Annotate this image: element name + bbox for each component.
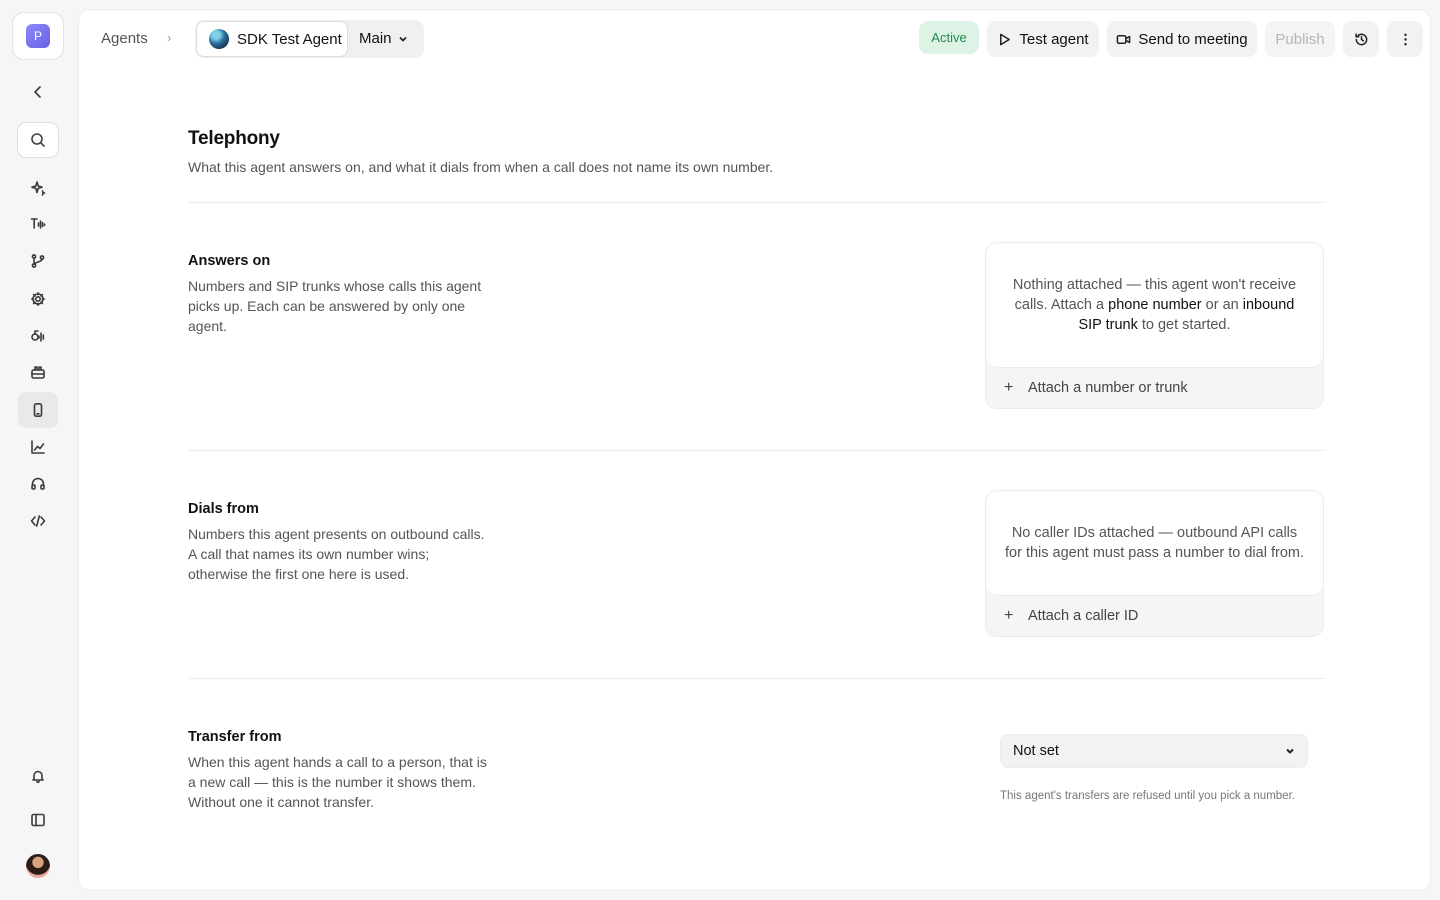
breadcrumb-agents[interactable]: Agents <box>101 30 148 47</box>
test-agent-label: Test agent <box>1019 30 1089 48</box>
attach-number-label: Attach a number or trunk <box>1028 380 1188 396</box>
plus-icon: + <box>1004 379 1014 396</box>
send-to-meeting-button[interactable]: Send to meeting <box>1107 21 1257 57</box>
dials-from-empty-state: No caller IDs attached — outbound API ca… <box>986 491 1323 596</box>
toolbox-icon <box>31 366 45 379</box>
chevron-down-icon <box>1286 748 1294 754</box>
search-icon <box>31 133 46 148</box>
left-rail: P <box>0 0 76 900</box>
notifications-button[interactable] <box>18 758 58 794</box>
page-subtitle: What this agent answers on, and what it … <box>188 159 774 175</box>
divider <box>188 202 1326 203</box>
sidebar-icon <box>31 813 45 827</box>
answers-on-description: Numbers and SIP trunks whose calls this … <box>188 278 482 334</box>
empty-text: to get started. <box>1137 317 1231 333</box>
publish-button[interactable]: Publish <box>1265 21 1335 57</box>
search-button[interactable] <box>17 122 59 158</box>
breadcrumb-separator: › <box>167 30 172 45</box>
agent-selector-group: SDK Test Agent Main <box>195 20 424 58</box>
branch-dropdown[interactable]: Main <box>359 30 408 47</box>
video-camera-icon <box>1117 34 1131 44</box>
answers-on-title: Answers on <box>188 253 271 269</box>
chevron-left-icon <box>34 86 41 98</box>
nav-telephony[interactable] <box>18 392 58 428</box>
bell-icon <box>32 770 44 784</box>
status-badge: Active <box>919 21 979 54</box>
branch-label: Main <box>359 30 392 47</box>
attach-number-or-trunk-button[interactable]: + Attach a number or trunk <box>986 368 1323 408</box>
headset-icon <box>31 477 45 490</box>
code-icon <box>30 515 46 527</box>
dials-from-description: Numbers this agent presents on outbound … <box>188 526 485 582</box>
text-voice-icon <box>30 218 46 229</box>
telephony-content: Telephony What this agent answers on, an… <box>188 128 1326 810</box>
transfer-from-title: Transfer from <box>188 729 282 745</box>
agent-selector[interactable]: SDK Test Agent <box>196 21 348 57</box>
transfer-from-value: Not set <box>1013 743 1059 759</box>
transfer-from-select[interactable]: Not set <box>1000 734 1308 768</box>
nav-workflow[interactable] <box>18 243 58 279</box>
nav-support[interactable] <box>18 466 58 502</box>
agent-name: SDK Test Agent <box>237 30 342 48</box>
sparkle-icon <box>31 181 46 196</box>
answers-on-empty-state: Nothing attached — this agent won't rece… <box>986 243 1323 368</box>
phone-icon <box>33 402 43 417</box>
play-icon <box>1000 33 1011 45</box>
test-agent-button[interactable]: Test agent <box>987 21 1099 57</box>
main-panel: Agents › SDK Test Agent Main Active Test… <box>78 9 1431 891</box>
more-vertical-icon <box>1403 33 1407 45</box>
transfer-from-description: When this agent hands a call to a person… <box>188 754 487 810</box>
chart-icon <box>31 440 45 454</box>
page-title: Telephony <box>188 128 280 149</box>
more-options-button[interactable] <box>1387 21 1423 57</box>
nav-speech[interactable] <box>18 318 58 354</box>
user-avatar[interactable] <box>26 854 50 878</box>
branch-icon <box>31 254 45 268</box>
toggle-sidebar-button[interactable] <box>18 802 58 838</box>
send-to-meeting-label: Send to meeting <box>1138 30 1248 48</box>
workspace-switcher[interactable]: P <box>12 12 64 60</box>
nav-ai[interactable] <box>18 170 58 206</box>
answers-on-card: Nothing attached — this agent won't rece… <box>985 242 1324 409</box>
history-icon <box>1354 32 1367 45</box>
workspace-logo: P <box>26 24 50 48</box>
divider <box>188 450 1326 451</box>
divider <box>188 678 1326 679</box>
empty-text: or an <box>1201 297 1243 313</box>
collapse-sidebar-button[interactable] <box>18 74 58 110</box>
attach-caller-id-button[interactable]: + Attach a caller ID <box>986 596 1323 636</box>
gear-icon <box>31 292 45 306</box>
attach-caller-id-label: Attach a caller ID <box>1028 608 1139 624</box>
transfer-from-hint: This agent's transfers are refused until… <box>1000 790 1295 802</box>
nav-analytics[interactable] <box>18 429 58 465</box>
voice-wave-icon <box>31 330 45 342</box>
plus-icon: + <box>1004 607 1014 624</box>
top-bar: Agents › SDK Test Agent Main Active Test… <box>79 10 1430 68</box>
agent-avatar-icon <box>209 29 229 49</box>
nav-developer[interactable] <box>18 503 58 539</box>
nav-tools[interactable] <box>18 354 58 390</box>
dials-from-title: Dials from <box>188 501 259 517</box>
history-button[interactable] <box>1343 21 1379 57</box>
chevron-down-icon <box>398 36 407 42</box>
phone-number-link[interactable]: phone number <box>1108 297 1202 313</box>
nav-settings[interactable] <box>18 281 58 317</box>
dials-from-card: No caller IDs attached — outbound API ca… <box>985 490 1324 637</box>
nav-voice[interactable] <box>18 206 58 242</box>
